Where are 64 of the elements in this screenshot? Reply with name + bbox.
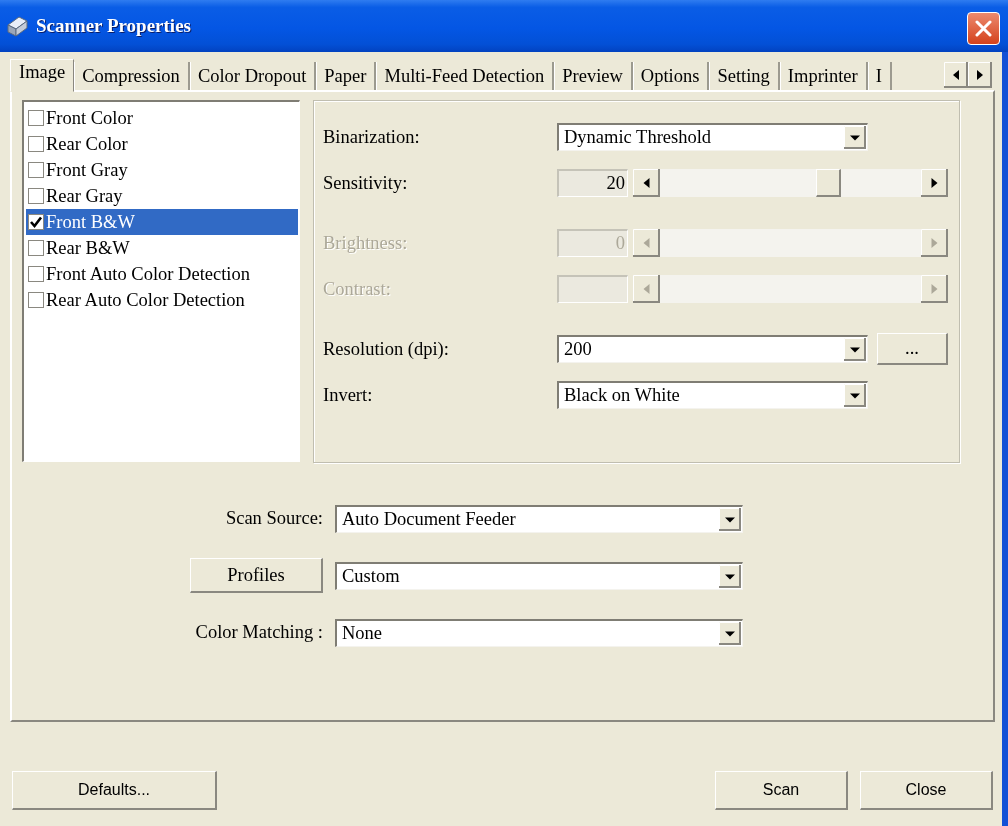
list-item[interactable]: Front Color [26,105,298,131]
list-item[interactable]: Rear Auto Color Detection [26,287,298,313]
checkbox[interactable] [28,240,44,256]
value-field[interactable]: 20 [557,169,628,197]
dialog-button[interactable]: Defaults... [12,771,217,810]
value-field[interactable] [557,275,628,303]
tab[interactable]: Compression [74,62,190,90]
caret-icon[interactable] [844,338,866,361]
dropdown[interactable]: 200 [557,335,868,363]
dropdown[interactable]: Custom [335,561,743,590]
right-arrow-icon[interactable] [921,169,948,197]
setting-label: Contrast: [323,278,392,300]
caret-icon[interactable] [719,564,741,588]
list-item[interactable]: Rear Color [26,131,298,157]
dropdown[interactable]: Auto Document Feeder [335,504,743,533]
tab[interactable]: Paper [316,62,377,90]
list-item[interactable]: Front Auto Color Detection [26,261,298,287]
tab[interactable]: Preview [554,62,633,90]
list-item[interactable]: Rear Gray [26,183,298,209]
checkbox[interactable] [28,214,44,230]
setting-label: Resolution (dpi): [323,338,450,360]
checkbox[interactable] [28,162,44,178]
close-icon [975,19,992,37]
profiles-button[interactable]: Profiles [190,558,323,593]
slider-track[interactable] [660,275,921,303]
tab[interactable]: I [867,62,892,90]
tab[interactable]: Options [632,62,710,90]
caret-icon[interactable] [719,507,741,531]
setting-label: Invert: [323,384,374,406]
caret-icon[interactable] [719,621,741,645]
list-item[interactable]: Rear B&W [26,235,298,261]
slider-track[interactable] [660,229,921,257]
list-item[interactable]: Front Gray [26,157,298,183]
setting-label: Binarization: [323,126,421,148]
checkbox[interactable] [28,110,44,126]
left-arrow-icon[interactable] [944,61,968,88]
checkbox[interactable] [28,188,44,204]
tab[interactable]: Setting [709,62,780,90]
setting-label: Sensitivity: [323,172,409,194]
dialog-button[interactable]: Scan [715,771,848,810]
setting-label: Brightness: [323,232,409,254]
list-item[interactable]: Front B&W [26,209,298,235]
right-arrow-icon[interactable] [968,61,992,88]
dropdown[interactable]: Black on White [557,381,868,409]
window-title: Scanner Properties [36,15,192,37]
slider-thumb[interactable] [815,169,841,197]
field-label: Scan Source: [225,508,323,529]
checkbox[interactable] [28,292,44,308]
caret-icon[interactable] [844,126,866,149]
tab[interactable]: Image [10,59,75,92]
left-arrow-icon[interactable] [633,169,660,197]
dropdown[interactable]: Dynamic Threshold [557,123,868,151]
checkbox[interactable] [28,136,44,152]
caret-icon[interactable] [844,384,866,407]
dialog-button[interactable]: Close [860,771,993,810]
slider-track[interactable] [660,169,921,197]
tab[interactable]: Color Dropout [189,62,317,90]
checkbox[interactable] [28,266,44,282]
field-label: Color Matching : [195,622,323,643]
dropdown[interactable]: None [335,618,743,647]
tab[interactable]: Imprinter [779,62,868,90]
tab[interactable]: Multi-Feed Detection [376,62,555,90]
close-button[interactable] [967,11,1000,45]
more-button[interactable]: ... [877,333,948,365]
